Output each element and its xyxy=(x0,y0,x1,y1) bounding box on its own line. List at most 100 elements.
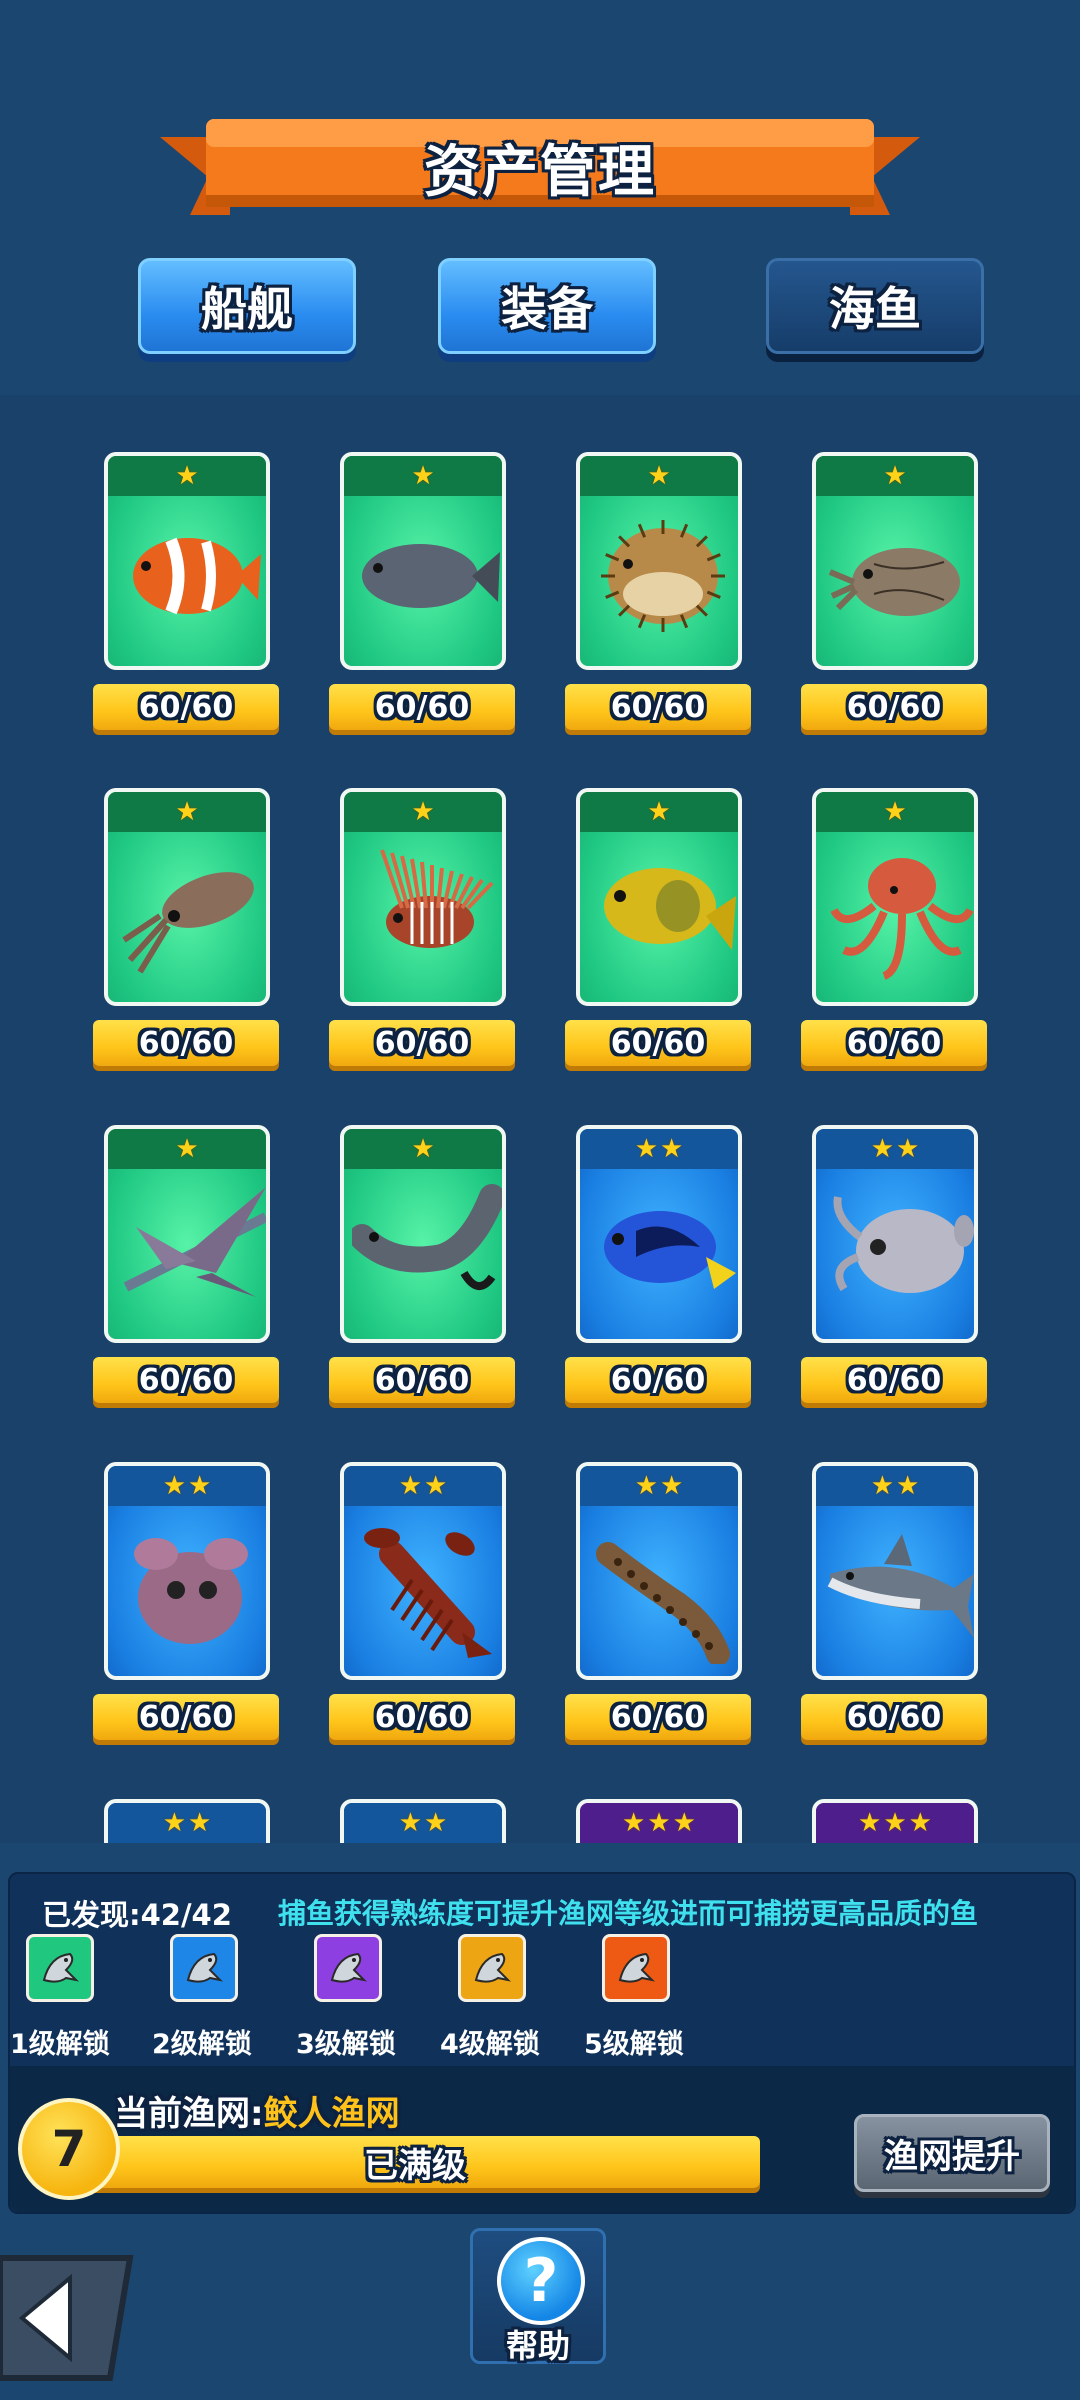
unlock-level-label: 3级解锁 xyxy=(296,2029,396,2060)
fish-count-label: 60/60 xyxy=(801,684,987,730)
fish-card[interactable]: ★ ★ xyxy=(104,1462,270,1680)
fish-card[interactable]: ★ xyxy=(576,452,742,670)
discovered-count: 已发现:42/42 xyxy=(42,1898,232,1932)
star-icon: ★ xyxy=(634,1134,658,1164)
hint-text: 捕鱼获得熟练度可提升渔网等级进而可捕捞更高品质的鱼 xyxy=(278,1897,979,1930)
star-rating: ★ ★ xyxy=(816,1129,974,1169)
fish-card[interactable]: ★ xyxy=(340,1125,506,1343)
fish-card[interactable]: ★ xyxy=(340,788,506,1006)
star-rating: ★ xyxy=(344,792,502,832)
star-icon: ★ xyxy=(896,1471,920,1501)
star-rating: ★ xyxy=(344,456,502,496)
star-rating: ★ xyxy=(816,792,974,832)
fish-count-label: 60/60 xyxy=(329,684,515,730)
star-icon: ★ xyxy=(424,1471,448,1501)
net-upgrade-button[interactable]: 渔网提升 xyxy=(854,2114,1050,2192)
star-rating: ★ xyxy=(580,456,738,496)
star-rating: ★ xyxy=(344,1129,502,1169)
flapjack-octopus-icon xyxy=(134,1538,248,1644)
current-net-name: 鲛人渔网 xyxy=(263,2094,400,2134)
net-info-panel: 已发现:42/42 捕鱼获得熟练度可提升渔网等级进而可捕捞更高品质的鱼 1级解锁… xyxy=(8,1872,1076,2214)
fish-count-label: 60/60 xyxy=(801,1020,987,1066)
octopus-icon xyxy=(830,858,974,980)
fish-card[interactable]: ★ xyxy=(812,788,978,1006)
fish-card[interactable]: ★ ★ ★ xyxy=(812,1799,978,1843)
unlock-level-label: 1级解锁 xyxy=(10,2029,110,2060)
fish-count-label: 60/60 xyxy=(565,1020,751,1066)
star-icon: ★ xyxy=(647,797,671,827)
star-icon: ★ xyxy=(870,1134,894,1164)
star-icon: ★ xyxy=(870,1471,894,1501)
fish-level-icon xyxy=(314,1934,382,2002)
tab-sea-fish[interactable]: 海鱼 xyxy=(766,258,984,354)
fish-count-label: 60/60 xyxy=(329,1694,515,1740)
dumbo-octopus-icon xyxy=(833,1196,974,1293)
star-icon: ★ xyxy=(622,1808,646,1838)
star-icon: ★ xyxy=(896,1134,920,1164)
star-rating: ★ xyxy=(580,792,738,832)
tab-ships[interactable]: 船舰 xyxy=(138,258,356,354)
star-icon: ★ xyxy=(175,797,199,827)
star-icon: ★ xyxy=(162,1471,186,1501)
blue-tang-icon xyxy=(604,1211,736,1289)
help-label: 帮助 xyxy=(505,2327,570,2365)
star-icon: ★ xyxy=(188,1471,212,1501)
fish-card[interactable]: ★ xyxy=(104,452,270,670)
fish-card[interactable]: ★ ★ xyxy=(576,1462,742,1680)
star-rating: ★ xyxy=(108,792,266,832)
fish-count-label: 60/60 xyxy=(93,1020,279,1066)
star-rating: ★ ★ xyxy=(344,1803,502,1843)
star-rating: ★ ★ xyxy=(580,1466,738,1506)
star-rating: ★ xyxy=(108,1129,266,1169)
fish-card[interactable]: ★ xyxy=(104,1125,270,1343)
back-button[interactable] xyxy=(0,2238,140,2388)
unlock-level-label: 5级解锁 xyxy=(584,2029,684,2060)
unlock-level-label: 2级解锁 xyxy=(152,2029,252,2060)
star-icon: ★ xyxy=(175,461,199,491)
star-icon: ★ xyxy=(672,1808,696,1838)
fish-count-label: 60/60 xyxy=(565,684,751,730)
star-icon: ★ xyxy=(660,1134,684,1164)
star-rating: ★ ★ xyxy=(816,1466,974,1506)
star-rating: ★ ★ ★ xyxy=(580,1803,738,1843)
fish-level-icon xyxy=(602,1934,670,2002)
fish-level-icon xyxy=(458,1934,526,2002)
fish-count-label: 60/60 xyxy=(93,1694,279,1740)
fish-count-label: 60/60 xyxy=(93,684,279,730)
fish-card[interactable]: ★ ★ xyxy=(104,1799,270,1843)
fish-level-icon xyxy=(170,1934,238,2002)
net-level-badge: 7 xyxy=(18,2098,120,2200)
net-progress-bar: 已满级 xyxy=(70,2136,760,2188)
fish-count-label: 60/60 xyxy=(565,1694,751,1740)
fish-card[interactable]: ★ ★ ★ xyxy=(576,1799,742,1843)
current-net-prefix: 当前渔网: xyxy=(114,2094,264,2134)
star-icon: ★ xyxy=(175,1134,199,1164)
star-rating: ★ ★ xyxy=(108,1466,266,1506)
fish-card[interactable]: ★ ★ xyxy=(340,1462,506,1680)
star-icon: ★ xyxy=(883,797,907,827)
help-button[interactable]: ? 帮助 xyxy=(470,2228,606,2365)
yellow-fish-icon xyxy=(604,868,736,950)
page-title: 资产管理 xyxy=(424,140,656,205)
star-icon: ★ xyxy=(883,1808,907,1838)
fish-card[interactable]: ★ ★ xyxy=(340,1799,506,1843)
fish-card[interactable]: ★ xyxy=(812,452,978,670)
fish-card[interactable]: ★ xyxy=(576,788,742,1006)
tab-equipment[interactable]: 装备 xyxy=(438,258,656,354)
fish-card[interactable]: ★ xyxy=(104,788,270,1006)
fish-count-label: 60/60 xyxy=(329,1020,515,1066)
fish-count-label: 60/60 xyxy=(93,1357,279,1403)
fish-card[interactable]: ★ ★ xyxy=(576,1125,742,1343)
fish-card[interactable]: ★ ★ xyxy=(812,1462,978,1680)
fish-grid-panel[interactable]: ★ 60/60 ★ 60/60 ★ 60/60 ★ 60/60 ★ 60/60 ★ 60/60 ★ 60/… xyxy=(0,395,1080,1843)
lobster-icon xyxy=(364,1528,492,1658)
shark-icon xyxy=(827,1534,974,1638)
fish-count-label: 60/60 xyxy=(801,1357,987,1403)
fish-card[interactable]: ★ ★ xyxy=(812,1125,978,1343)
catshark-icon xyxy=(596,1542,730,1664)
unlock-level-label: 4级解锁 xyxy=(440,2029,540,2060)
title-banner: 资产管理 xyxy=(160,115,920,225)
star-rating: ★ ★ xyxy=(344,1466,502,1506)
fish-card[interactable]: ★ xyxy=(340,452,506,670)
flying-fish-icon xyxy=(123,1187,266,1297)
